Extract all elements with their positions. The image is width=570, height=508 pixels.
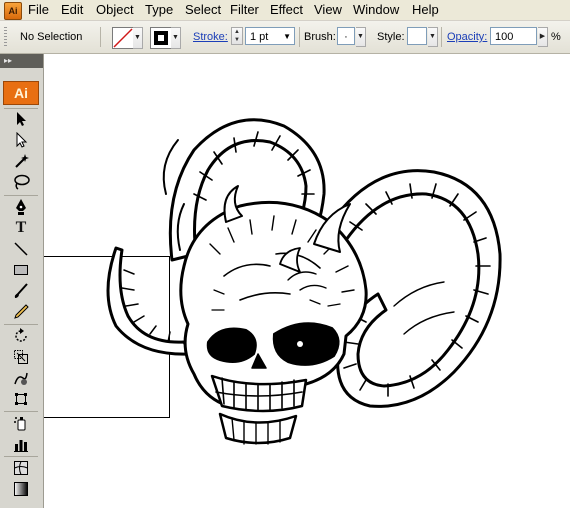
separator [4,411,38,412]
stroke-weight-dropdown-icon[interactable]: ▼ [283,28,291,46]
tools-panel-header[interactable]: ▸▸ [0,54,43,68]
brush-dropdown-icon[interactable]: ▼ [356,27,366,47]
stroke-weight-stepper[interactable]: ▲ ▼ [231,27,243,45]
free-transform-tool-icon[interactable] [10,390,32,408]
selection-tool-icon[interactable] [10,110,32,128]
separator [4,108,38,109]
scale-tool-icon[interactable] [10,348,32,366]
separator [441,27,442,47]
menu-filter[interactable]: Filter [230,2,259,18]
control-bar: No Selection ▼ ▼ Stroke: ▲ ▼ 1 pt ▼ Brush… [0,21,570,54]
panel-collapse-icon[interactable]: ▸▸ [4,56,12,65]
skull-illustration[interactable] [44,54,570,508]
stroke-dropdown-icon[interactable]: ▼ [171,27,181,49]
direct-selection-tool-icon[interactable] [10,131,32,149]
menu-edit[interactable]: Edit [61,2,83,18]
warp-tool-icon[interactable] [10,369,32,387]
ai-logo: Ai [3,81,39,105]
lasso-tool-icon[interactable] [10,173,32,191]
pencil-tool-icon[interactable] [10,303,32,321]
brush-swatch[interactable]: · [337,27,355,45]
separator [4,456,38,457]
menu-view[interactable]: View [314,2,342,18]
rotate-tool-icon[interactable] [10,327,32,345]
separator [100,27,101,47]
tools-panel: ▸▸ Ai T [0,54,44,508]
paintbrush-tool-icon[interactable] [10,282,32,300]
separator [4,195,38,196]
rectangle-tool-icon[interactable] [10,261,32,279]
style-dropdown-icon[interactable]: ▼ [428,27,438,47]
document-canvas[interactable] [44,54,570,508]
selection-status: No Selection [20,31,83,43]
stroke-weight-value: 1 pt [250,31,269,43]
opacity-panel-link[interactable]: Opacity: [447,30,487,44]
menu-select[interactable]: Select [185,2,221,18]
stroke-swatch[interactable] [150,27,172,49]
pen-tool-icon[interactable] [10,198,32,216]
gradient-tool-icon[interactable] [10,480,32,498]
menu-object[interactable]: Object [96,2,134,18]
opacity-flyout-icon[interactable]: ▶ [538,27,548,47]
symbol-sprayer-tool-icon[interactable] [10,414,32,432]
opacity-field[interactable]: 100 [490,27,537,45]
magic-wand-tool-icon[interactable] [10,152,32,170]
control-bar-grip[interactable] [4,27,7,47]
style-swatch[interactable] [407,27,427,45]
stroke-weight-field[interactable]: 1 pt ▼ [245,27,295,45]
stroke-panel-link[interactable]: Stroke: [193,30,228,44]
menu-help[interactable]: Help [412,2,439,18]
menu-window[interactable]: Window [353,2,399,18]
none-fill-icon [113,28,133,48]
line-segment-tool-icon[interactable] [10,240,32,258]
column-graph-tool-icon[interactable] [10,435,32,453]
mesh-tool-icon[interactable] [10,459,32,477]
illustrator-app-icon[interactable]: Ai [4,2,22,20]
fill-dropdown-icon[interactable]: ▼ [133,27,143,49]
menu-type[interactable]: Type [145,2,173,18]
brush-label: Brush: [304,31,336,43]
type-tool-icon[interactable]: T [10,219,32,237]
fill-swatch[interactable] [112,27,134,49]
menu-file[interactable]: File [28,2,49,18]
menu-bar: Ai File Edit Object Type Select Filter E… [0,0,570,21]
menu-effect[interactable]: Effect [270,2,303,18]
opacity-unit: % [551,31,561,43]
opacity-value: 100 [495,31,514,43]
separator [299,27,300,47]
brush-value: · [344,31,348,43]
style-label: Style: [377,31,405,43]
separator [4,324,38,325]
stroke-color-icon [154,31,168,45]
